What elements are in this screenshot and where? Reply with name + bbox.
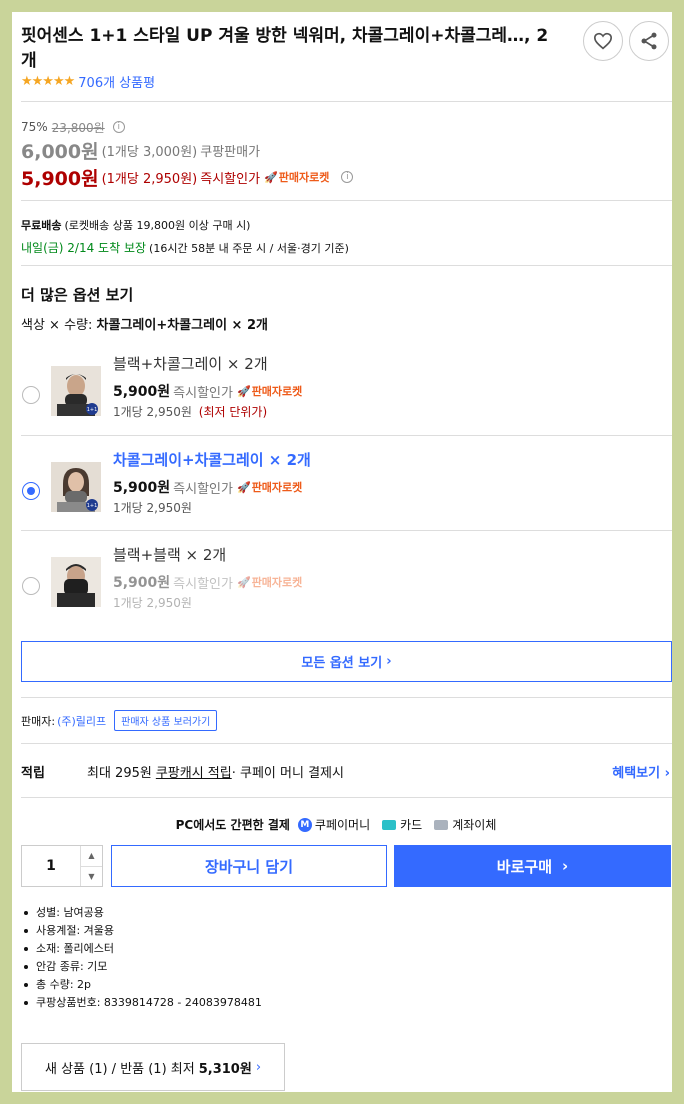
option-price-row: 5,900원 즉시할인가 🚀 판매자로켓 (113, 480, 303, 497)
coupang-unit-price: (1개당 3,000원) (101, 144, 198, 160)
chevron-right-icon: › (664, 766, 670, 781)
original-price: 23,800원 (51, 120, 105, 135)
heart-icon (593, 32, 613, 50)
star-rating-icon: ★★★★★ (21, 74, 75, 89)
instant-unit-price: (1개당 2,950원) (101, 171, 198, 187)
rocket-icon: 🚀 (236, 575, 251, 589)
rocket-icon: 🚀 (236, 480, 251, 494)
review-count-link[interactable]: 706개 상품평 (78, 72, 155, 91)
cash-accumulate: 적립 최대 295원 쿠팡캐시 적립 · 쿠페이 머니 결제시 (21, 762, 672, 781)
coupang-price: 6,000원 (21, 140, 99, 163)
accumulate-amount: 최대 295원 (87, 766, 152, 781)
shipping-info: 무료배송 (로켓배송 상품 19,800원 이상 구매 시) 내일(금) 2/1… (21, 217, 349, 256)
coupang-price-label: 쿠팡판매가 (200, 144, 261, 160)
chevron-right-icon: › (386, 654, 392, 669)
option-item-selected[interactable]: 1+1 차콜그레이+차콜그레이 × 2개 5,900원 즉시할인가 🚀 판매자로켓… (21, 436, 672, 531)
quantity-stepper[interactable]: 1 ▲ ▼ (21, 845, 103, 887)
option-radio[interactable] (22, 577, 40, 595)
buy-now-button[interactable]: 바로구매 › (394, 845, 671, 887)
share-button[interactable] (629, 21, 669, 61)
spec-list: 성별: 남여공용 사용계절: 겨울용 소재: 폴리에스터 안감 종류: 기모 총… (24, 904, 262, 1012)
seller-label: 판매자: (21, 714, 56, 728)
divider (21, 797, 672, 798)
bank-icon (434, 819, 449, 830)
accumulate-label: 적립 (21, 766, 45, 781)
rocket-icon: 🚀 (264, 170, 278, 184)
option-price-row: 5,900원 즉시할인가 🚀 판매자로켓 (113, 575, 303, 592)
svg-text:1+1: 1+1 (87, 503, 98, 509)
spec-item: 성별: 남여공용 (24, 904, 262, 922)
payment-methods: PC에서도 간편한 결제 M 쿠페이머니 카드 계좌이체 (12, 816, 672, 833)
lowest-unit-price-label: (최저 단위가) (198, 405, 268, 419)
rating: ★★★★★ 706개 상품평 (21, 72, 155, 91)
divider (21, 101, 672, 102)
instant-price: 5,900원 (21, 167, 99, 190)
option-unit-price: 1개당 2,950원 (113, 596, 192, 610)
quantity-input[interactable]: 1 (22, 846, 80, 886)
discount-rate: 75% (21, 120, 48, 134)
divider (21, 200, 672, 201)
spec-item: 사용계절: 겨울용 (24, 922, 262, 940)
wishlist-button[interactable] (583, 21, 623, 61)
option-price-row: 5,900원 즉시할인가 🚀 판매자로켓 (113, 384, 303, 401)
free-shipping-condition: (로켓배송 상품 19,800원 이상 구매 시) (64, 219, 251, 232)
info-icon[interactable]: i (341, 171, 354, 183)
option-name: 블랙+블랙 × 2개 (113, 546, 227, 564)
option-thumbnail: 1+1 (51, 462, 101, 512)
product-title: 핏어센스 1+1 스타일 UP 겨울 방한 넥워머, 차콜그레이+차콜그레…, … (21, 26, 549, 71)
chevron-up-icon[interactable]: ▲ (81, 846, 102, 867)
spec-item: 소재: 폴리에스터 (24, 940, 262, 958)
info-icon[interactable]: i (112, 121, 125, 133)
accumulate-condition: · 쿠페이 머니 결제시 (231, 766, 344, 781)
spec-item: 총 수량: 2p (24, 976, 262, 994)
option-radio[interactable] (22, 386, 40, 404)
option-item[interactable]: 블랙+블랙 × 2개 5,900원 즉시할인가 🚀 판매자로켓 1개당 2,950… (21, 531, 672, 626)
option-radio-selected[interactable] (22, 482, 40, 500)
option-thumbnail (51, 557, 101, 607)
new-used-offer-button[interactable]: 새 상품 (1) / 반품 (1) 최저 5,310원 › (21, 1043, 285, 1091)
chevron-right-icon: › (255, 1059, 262, 1075)
option-name: 차콜그레이+차콜그레이 × 2개 (113, 451, 311, 469)
seller-products-link[interactable]: 판매자 상품 보러가기 (114, 710, 218, 731)
selected-option-summary: 색상 × 수량: 차콜그레이+차콜그레이 × 2개 (21, 318, 268, 333)
chevron-down-icon[interactable]: ▼ (81, 867, 102, 887)
divider (21, 697, 672, 698)
card-method: 카드 (382, 816, 422, 833)
free-shipping-label: 무료배송 (21, 219, 62, 232)
instant-price-label: 즉시할인가 (200, 171, 261, 187)
more-options-title: 더 많은 옵션 보기 (21, 286, 134, 304)
rocket-icon: 🚀 (236, 384, 251, 398)
option-name: 블랙+차콜그레이 × 2개 (113, 355, 268, 373)
card-icon (382, 819, 397, 830)
option-unit-price: 1개당 2,950원 (최저 단위가) (113, 405, 268, 419)
all-options-button[interactable]: 모든 옵션 보기 › (21, 641, 672, 682)
coupang-cash-link[interactable]: 쿠팡캐시 적립 (156, 762, 232, 781)
coupay-money-method: M 쿠페이머니 (297, 816, 370, 833)
seller-name-link[interactable]: (주)릴리프 (57, 713, 106, 729)
payment-title: PC에서도 간편한 결제 (175, 818, 290, 832)
option-thumbnail: 1+1 (51, 366, 101, 416)
share-icon (641, 32, 657, 50)
benefit-link[interactable]: 혜택보기 › (612, 762, 670, 781)
arrival-guarantee: 내일(금) 2/14 도착 보장 (21, 241, 147, 255)
price-block: 75% 23,800원 i 6,000원 (1개당 3,000원) 쿠팡판매가 … (21, 119, 354, 190)
add-to-cart-button[interactable]: 장바구니 담기 (111, 845, 387, 887)
option-item[interactable]: 1+1 블랙+차콜그레이 × 2개 5,900원 즉시할인가 🚀 판매자로켓 1개… (21, 340, 672, 435)
seller-rocket-badge: 🚀 판매자로켓 (264, 170, 330, 185)
arrival-note: (16시간 58분 내 주문 시 / 서울·경기 기준) (149, 241, 349, 255)
bank-transfer-method: 계좌이체 (434, 816, 496, 833)
chevron-right-icon: › (562, 857, 569, 875)
spec-item: 안감 종류: 기모 (24, 958, 262, 976)
coupay-money-icon: M (297, 817, 312, 832)
divider (21, 743, 672, 744)
divider (21, 265, 672, 266)
spec-item: 쿠팡상품번호: 8339814728 - 24083978481 (24, 994, 262, 1012)
product-panel: 핏어센스 1+1 스타일 UP 겨울 방한 넥워머, 차콜그레이+차콜그레…, … (12, 12, 672, 1092)
seller-info: 판매자: (주)릴리프 판매자 상품 보러가기 (21, 710, 218, 731)
svg-text:1+1: 1+1 (87, 407, 98, 413)
option-unit-price: 1개당 2,950원 (113, 501, 192, 515)
